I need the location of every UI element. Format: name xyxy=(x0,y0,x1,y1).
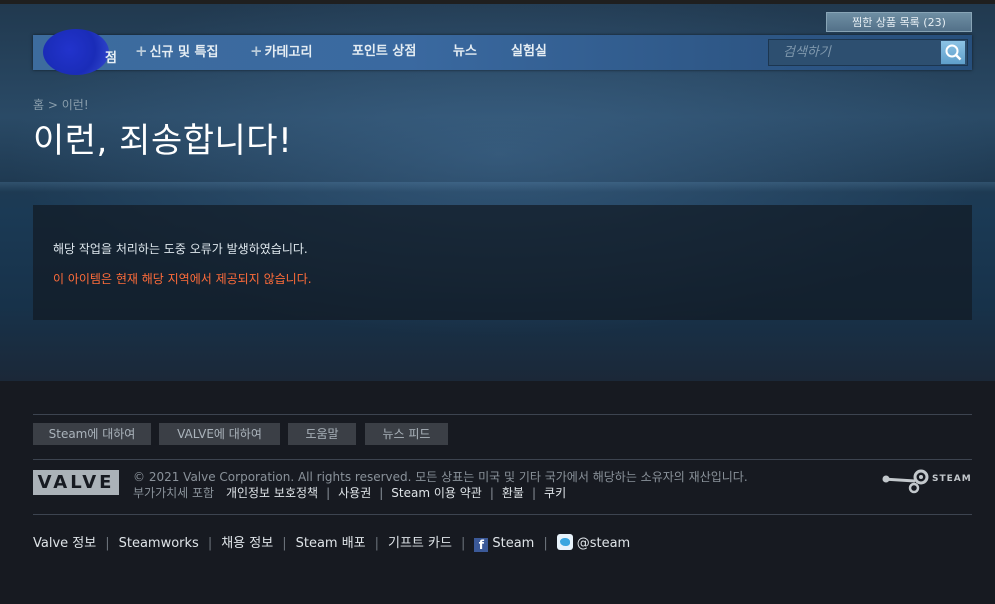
nav-label: 신규 및 특집 xyxy=(149,45,219,60)
nav-categories[interactable]: + 카테고리 xyxy=(250,35,312,70)
redacted-store-menu[interactable] xyxy=(43,29,109,75)
about-valve-link[interactable]: Valve 정보 xyxy=(33,536,96,551)
legal-link[interactable]: 사용권 xyxy=(338,486,371,500)
footer-about-valve-button[interactable]: VALVE에 대하여 xyxy=(159,423,280,445)
refunds-link[interactable]: 환불 xyxy=(502,486,524,500)
steam-logo-text: STEAM xyxy=(932,474,972,484)
nav-label: 실험실 xyxy=(511,44,547,59)
legal-links: 부가가치세 포함 개인정보 보호정책 | 사용권 | Steam 이용 약관 | 환불 | 쿠키 xyxy=(133,484,566,501)
search-input[interactable] xyxy=(769,40,937,65)
separator: | xyxy=(207,536,213,551)
jobs-link[interactable]: 채용 정보 xyxy=(221,536,273,551)
page-title: 이런, 죄송합니다! xyxy=(33,121,293,161)
nav-label: 포인트 상점 xyxy=(352,44,417,59)
nav-news[interactable]: 뉴스 xyxy=(453,35,477,70)
nav-points-shop[interactable]: 포인트 상점 xyxy=(352,35,416,70)
breadcrumb: 홈 > 이런! xyxy=(33,96,89,113)
footer-news-feeds-button[interactable]: 뉴스 피드 xyxy=(365,423,448,445)
twitter-icon xyxy=(556,534,573,550)
separator: | xyxy=(374,536,380,551)
store-menu-label-tail: 점 xyxy=(105,51,117,66)
steamworks-link[interactable]: Steamworks xyxy=(119,536,199,551)
separator: | xyxy=(282,536,287,551)
footer-about-steam-button[interactable]: Steam에 대하여 xyxy=(33,423,151,445)
plus-icon: + xyxy=(135,42,148,60)
breadcrumb-home-link[interactable]: 홈 xyxy=(33,98,44,112)
separator: | xyxy=(379,486,384,500)
separator: | xyxy=(543,536,548,551)
separator: | xyxy=(531,486,537,500)
error-panel: 해당 작업을 처리하는 도중 오류가 발생하였습니다. 이 아이템은 현재 해당… xyxy=(33,205,972,320)
footer-divider xyxy=(33,459,972,460)
separator: | xyxy=(489,486,494,500)
steam-distribution-link[interactable]: Steam 배포 xyxy=(296,536,366,551)
subscriber-agreement-link[interactable]: Steam 이용 약관 xyxy=(391,486,482,500)
nav-label: 뉴스 xyxy=(453,44,477,59)
vat-text: 부가가치세 포함 xyxy=(133,486,215,500)
cookies-link[interactable]: 쿠키 xyxy=(544,486,566,500)
separator: | xyxy=(105,536,110,551)
plus-icon: + xyxy=(250,42,263,60)
separator: | xyxy=(326,486,331,500)
twitter-label: @steam xyxy=(576,536,631,551)
hero-band xyxy=(0,182,995,192)
nav-label: 카테고리 xyxy=(264,45,313,60)
search-box xyxy=(768,39,968,66)
store-navbar: 점 + 신규 및 특집 + 카테고리 포인트 상점 뉴스 실험실 xyxy=(33,29,972,75)
facebook-link[interactable]: f Steam xyxy=(474,536,535,552)
gift-cards-link[interactable]: 기프트 카드 xyxy=(388,536,452,551)
nav-labs[interactable]: 실험실 xyxy=(511,35,547,70)
footer-divider xyxy=(33,414,972,415)
bottom-links: Valve 정보 | Steamworks | 채용 정보 | Steam 배포 | 기프트 카… xyxy=(33,532,630,552)
search-button[interactable] xyxy=(941,41,965,64)
footer-help-button[interactable]: 도움말 xyxy=(288,423,356,445)
separator: | xyxy=(460,536,466,551)
facebook-label: Steam xyxy=(492,536,535,551)
privacy-policy-link[interactable]: 개인정보 보호정책 xyxy=(226,486,318,500)
facebook-icon: f xyxy=(474,538,489,552)
search-icon xyxy=(945,44,962,61)
breadcrumb-separator: > xyxy=(47,98,58,112)
copyright-text: © 2021 Valve Corporation. All rights res… xyxy=(133,470,748,484)
valve-logo[interactable]: VALVE xyxy=(33,470,119,495)
nav-new-and-noteworthy[interactable]: + 신규 및 특집 xyxy=(135,35,218,70)
error-message: 해당 작업을 처리하는 도중 오류가 발생하였습니다. xyxy=(53,242,308,256)
breadcrumb-current: 이런! xyxy=(61,98,89,112)
wishlist-button[interactable]: 찜한 상품 목록 (23) xyxy=(826,12,972,32)
footer-divider xyxy=(33,514,972,515)
error-detail: 이 아이템은 현재 해당 지역에서 제공되지 않습니다. xyxy=(53,272,312,286)
twitter-link[interactable]: @steam xyxy=(556,534,631,551)
